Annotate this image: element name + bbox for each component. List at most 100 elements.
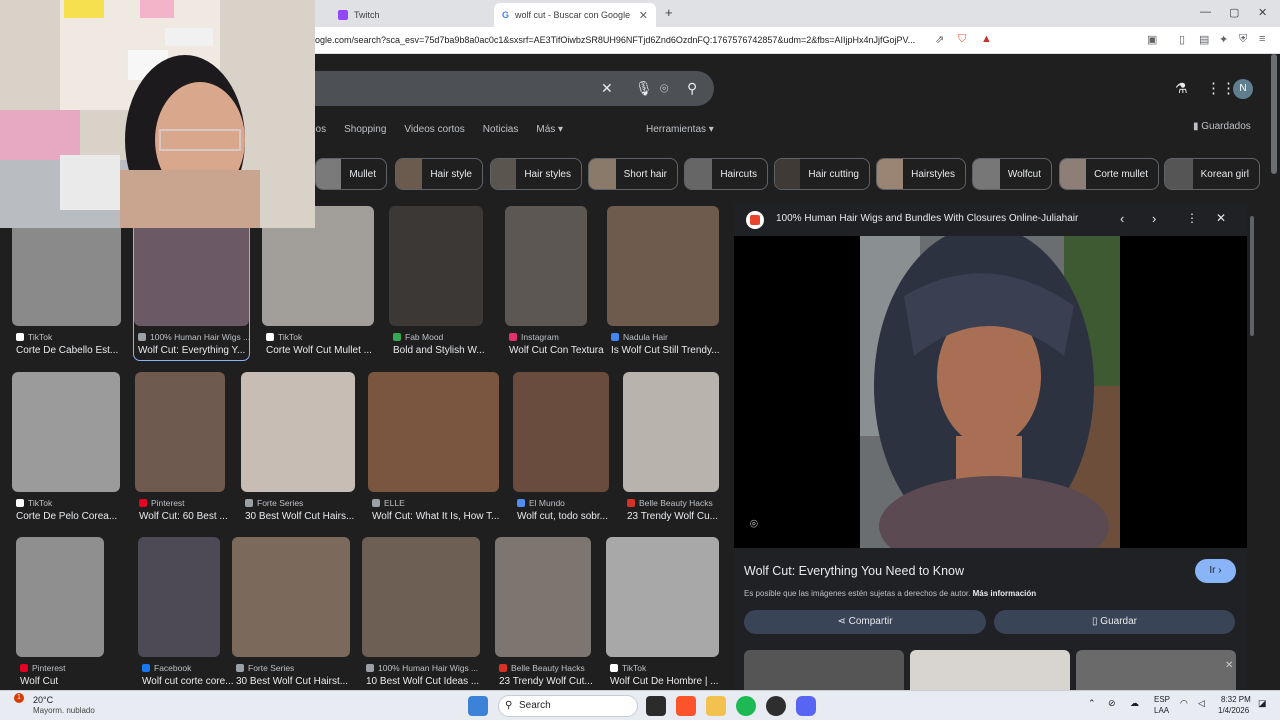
image-result[interactable]: Pinterest Wolf Cut: 60 Best ...: [135, 372, 228, 526]
image-result[interactable]: Belle Beauty Hacks 23 Trendy Wolf Cut...: [495, 537, 593, 690]
url-field[interactable]: oogle.com/search?sca_esv=75d7ba9b8a0ac0c…: [310, 32, 950, 49]
image-result[interactable]: 100% Human Hair Wigs ... Wolf Cut: Everyt…: [133, 205, 250, 361]
chip-korean-girl[interactable]: Korean girl: [1164, 158, 1260, 190]
result-source[interactable]: El Mundo: [517, 498, 565, 508]
minimize-icon[interactable]: —: [1200, 6, 1211, 18]
image-result[interactable]: Forte Series 30 Best Wolf Cut Hairs...: [241, 372, 355, 526]
chip-corte-mullet[interactable]: Corte mullet: [1059, 158, 1159, 190]
image-result[interactable]: TikTok Wolf Cut De Hombre | ...: [606, 537, 719, 690]
result-title[interactable]: Is Wolf Cut Still Trendy...: [611, 345, 723, 356]
related-image[interactable]: [1076, 650, 1236, 690]
language-top[interactable]: ESP: [1154, 695, 1170, 704]
filter-more[interactable]: Más ▾: [536, 124, 563, 140]
image-result[interactable]: Forte Series 30 Best Wolf Cut Hairst...: [232, 537, 350, 690]
share-icon[interactable]: ⇗: [935, 33, 944, 46]
share-button[interactable]: ⋖ Compartir: [744, 610, 986, 634]
result-thumbnail[interactable]: [12, 372, 120, 492]
result-title[interactable]: Wolf Cut De Hombre | ...: [610, 676, 723, 687]
result-thumbnail[interactable]: [135, 372, 225, 492]
search-input[interactable]: ✕ 🎙 ⌾ ⚲: [290, 71, 714, 106]
history-icon[interactable]: ▣: [1147, 33, 1157, 46]
wifi-icon[interactable]: ◠: [1180, 698, 1188, 709]
result-source[interactable]: Forte Series: [236, 663, 294, 673]
page-scrollbar[interactable]: [1271, 54, 1277, 174]
filter-short-videos[interactable]: Videos cortos: [404, 124, 464, 140]
close-tab-icon[interactable]: ✕: [639, 9, 648, 22]
onedrive-icon[interactable]: ☁: [1130, 698, 1139, 709]
chip-mullet[interactable]: Mullet: [315, 158, 387, 190]
labs-icon[interactable]: ⚗: [1175, 80, 1188, 97]
image-result[interactable]: Pinterest Wolf Cut: [16, 537, 104, 690]
brave-shield-icon[interactable]: ⛉: [958, 33, 966, 46]
result-source[interactable]: Forte Series: [245, 498, 303, 508]
next-icon[interactable]: ›: [1152, 211, 1156, 226]
notifications-icon[interactable]: ◪: [1258, 698, 1267, 709]
filter-news[interactable]: Noticias: [483, 124, 519, 140]
volume-icon[interactable]: ◁: [1198, 698, 1205, 709]
result-thumbnail[interactable]: [607, 206, 719, 326]
close-related-icon[interactable]: ✕: [1225, 660, 1233, 671]
result-thumbnail[interactable]: [513, 372, 609, 492]
start-icon[interactable]: [468, 696, 488, 716]
saved-button[interactable]: ▮ Guardados: [1193, 121, 1251, 132]
clock-date[interactable]: 1/4/2026: [1218, 706, 1249, 715]
clear-search-icon[interactable]: ✕: [601, 80, 613, 97]
result-thumbnail[interactable]: [389, 206, 483, 326]
chip-hair-styles[interactable]: Hair styles: [490, 158, 582, 190]
result-source[interactable]: 100% Human Hair Wigs ...: [366, 663, 478, 673]
spotify-icon[interactable]: [736, 696, 756, 716]
image-result[interactable]: Facebook Wolf cut corte core...: [138, 537, 234, 690]
result-source[interactable]: ELLE: [372, 498, 405, 508]
result-thumbnail[interactable]: [241, 372, 355, 492]
chip-haircuts[interactable]: Haircuts: [684, 158, 768, 190]
search-icon[interactable]: ⚲: [687, 80, 697, 97]
wallet-icon[interactable]: ▤: [1199, 33, 1209, 46]
related-image[interactable]: [910, 650, 1070, 690]
discord-icon[interactable]: [796, 696, 816, 716]
rewards-icon[interactable]: ▲: [981, 33, 992, 45]
menu-icon[interactable]: ≡: [1259, 33, 1265, 45]
result-thumbnail[interactable]: [232, 537, 350, 657]
result-thumbnail[interactable]: [16, 537, 104, 657]
result-source[interactable]: Belle Beauty Hacks: [499, 663, 585, 673]
chip-hair-style[interactable]: Hair style: [395, 158, 483, 190]
image-result[interactable]: TikTok Corte De Cabello Est...: [12, 206, 121, 360]
apps-icon[interactable]: ⋮⋮: [1206, 79, 1236, 97]
chip-hair-cutting[interactable]: Hair cutting: [774, 158, 870, 190]
voice-search-icon[interactable]: 🎙: [635, 80, 653, 97]
result-title[interactable]: Corte Wolf Cut Mullet ...: [266, 345, 378, 356]
result-title[interactable]: 23 Trendy Wolf Cu...: [627, 511, 737, 522]
result-title[interactable]: Corte De Pelo Corea...: [16, 511, 126, 522]
save-button[interactable]: ▯ Guardar: [994, 610, 1235, 634]
filter-shopping[interactable]: Shopping: [344, 124, 386, 140]
result-source[interactable]: TikTok: [610, 663, 646, 673]
weather-desc[interactable]: Mayorm. nublado: [33, 706, 95, 715]
preview-scrollbar[interactable]: [1250, 216, 1254, 336]
tools-button[interactable]: Herramientas ▾: [646, 124, 714, 135]
brave-icon[interactable]: [676, 696, 696, 716]
result-thumbnail[interactable]: [623, 372, 719, 492]
network-icon[interactable]: ⊘: [1108, 698, 1116, 709]
more-options-icon[interactable]: ⋮: [1186, 211, 1198, 225]
weather-temp[interactable]: 20°C: [33, 695, 53, 705]
preview-image[interactable]: ⌾: [734, 226, 1247, 576]
image-result[interactable]: Fab Mood Bold and Stylish W...: [389, 206, 485, 360]
image-result[interactable]: TikTok Corte De Pelo Corea...: [12, 372, 120, 526]
related-image[interactable]: [744, 650, 904, 690]
result-thumbnail[interactable]: [495, 537, 591, 657]
obs-icon[interactable]: [766, 696, 786, 716]
result-source[interactable]: Facebook: [142, 663, 191, 673]
result-title[interactable]: Wolf cut, todo sobr...: [517, 511, 627, 522]
preview-caption[interactable]: Wolf Cut: Everything You Need to Know: [744, 564, 964, 578]
result-source[interactable]: TikTok: [16, 332, 52, 342]
chip-short-hair[interactable]: Short hair: [588, 158, 678, 190]
result-title[interactable]: 10 Best Wolf Cut Ideas ...: [366, 676, 484, 687]
visit-button[interactable]: Ir ›: [1195, 559, 1236, 583]
result-thumbnail[interactable]: [505, 206, 587, 326]
result-title[interactable]: 23 Trendy Wolf Cut...: [499, 676, 609, 687]
tab-google-search[interactable]: G wolf cut - Buscar con Google ✕: [494, 3, 656, 27]
close-window-icon[interactable]: ✕: [1258, 6, 1267, 19]
chip-hairstyles[interactable]: Hairstyles: [876, 158, 966, 190]
lens-icon[interactable]: ⌾: [660, 80, 668, 97]
result-title[interactable]: Bold and Stylish W...: [393, 345, 503, 356]
